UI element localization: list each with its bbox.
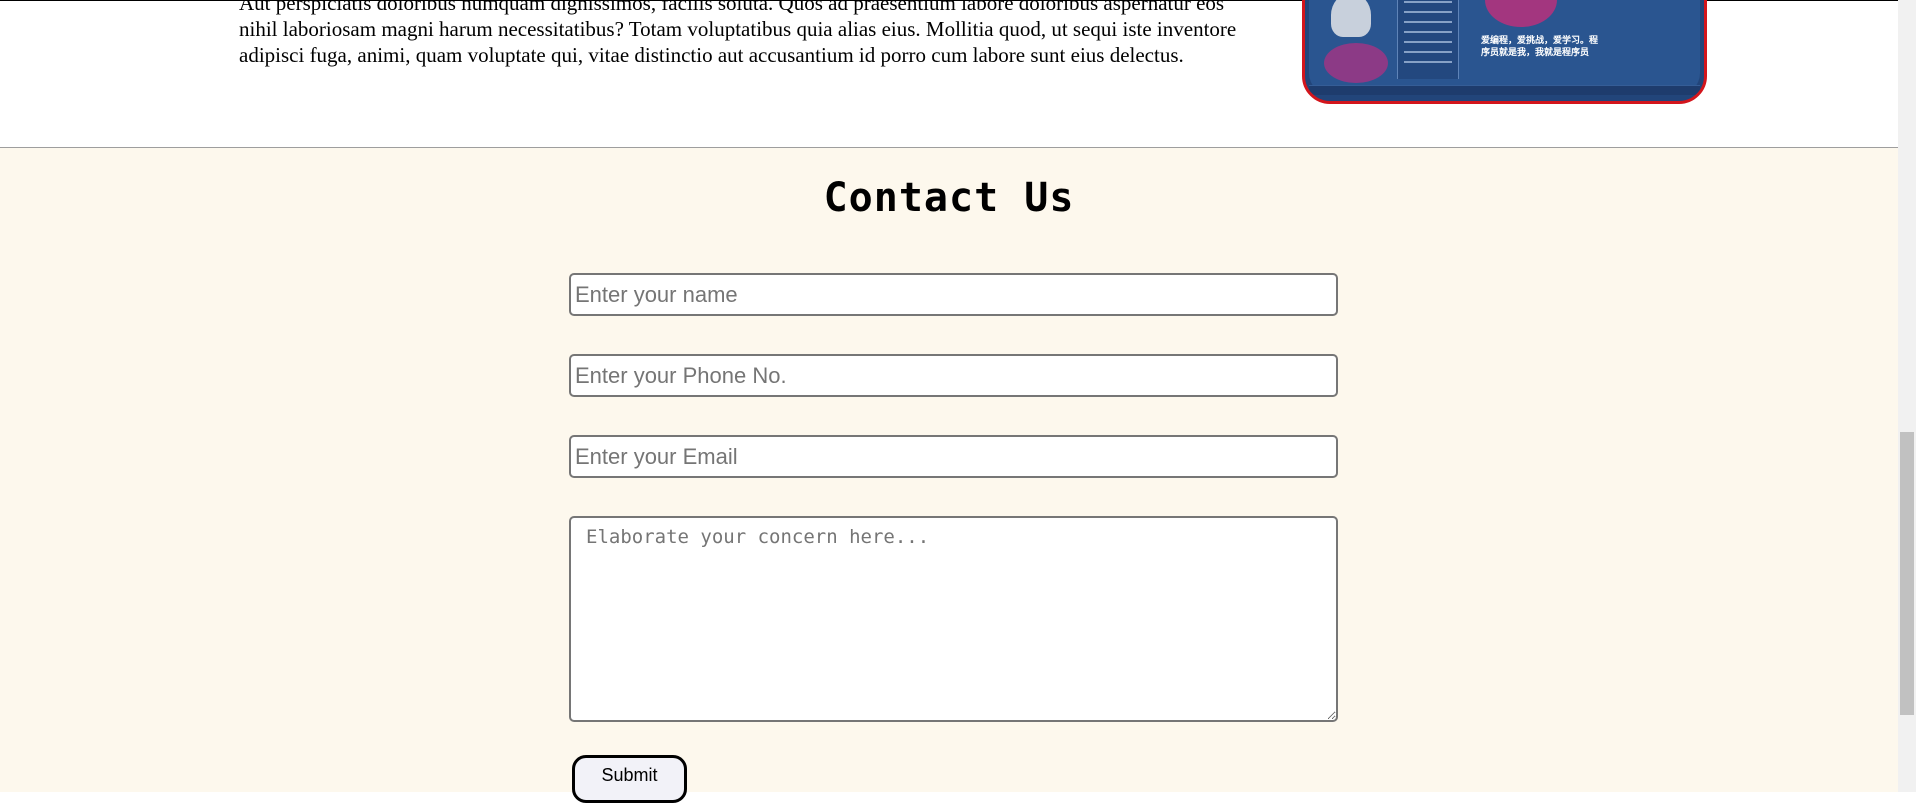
scrollbar-thumb[interactable] bbox=[1900, 432, 1914, 715]
concern-textarea[interactable] bbox=[569, 516, 1338, 722]
image-caption: 爱编程，爱挑战，爱学习。程序员就是我，我就是程序员 bbox=[1481, 36, 1599, 58]
page-scrollbar[interactable] bbox=[1898, 0, 1916, 792]
name-input[interactable] bbox=[569, 273, 1338, 316]
about-image: 爱编程，爱挑战，爱学习。程序员就是我，我就是程序员 bbox=[1302, 0, 1707, 104]
cartoon-figure bbox=[1331, 0, 1371, 37]
phone-input[interactable] bbox=[569, 354, 1338, 397]
email-input[interactable] bbox=[569, 435, 1338, 478]
image-content: 爱编程，爱挑战，爱学习。程序员就是我，我就是程序员 bbox=[1309, 0, 1700, 95]
menu-panel bbox=[1397, 0, 1459, 79]
about-section: Aut perspiciatis doloribus numquam digni… bbox=[0, 0, 1898, 148]
about-paragraph: Aut perspiciatis doloribus numquam digni… bbox=[239, 0, 1237, 67]
decorative-circle bbox=[1485, 0, 1557, 27]
contact-title: Contact Us bbox=[823, 175, 1075, 221]
image-taskbar bbox=[1309, 85, 1700, 95]
figure-circle bbox=[1324, 43, 1388, 83]
contact-section: Contact Us Submit bbox=[0, 148, 1898, 803]
submit-button[interactable]: Submit bbox=[572, 755, 687, 803]
